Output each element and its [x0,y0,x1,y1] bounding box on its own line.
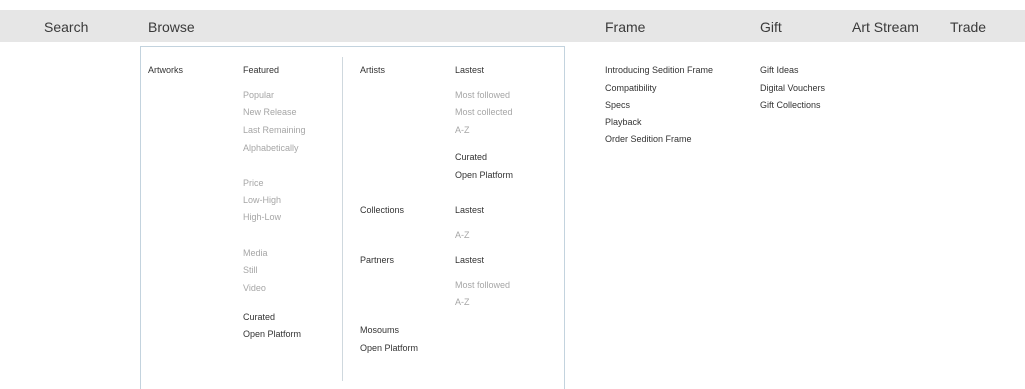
nav-browse[interactable]: Browse [148,19,195,35]
browse-column-divider [342,57,343,381]
menu-artworks-featured[interactable]: Featured [243,65,279,75]
menu-artworks[interactable]: Artworks [148,65,183,75]
menu-frame-order[interactable]: Order Sedition Frame [605,134,692,144]
menu-gift-collections[interactable]: Gift Collections [760,100,821,110]
menu-artists-most-collected[interactable]: Most collected [455,107,513,117]
menu-frame-playback[interactable]: Playback [605,117,642,127]
menu-artists[interactable]: Artists [360,65,385,75]
menu-frame-introducing[interactable]: Introducing Sedition Frame [605,65,713,75]
menu-artists-curated[interactable]: Curated [455,152,487,162]
menu-artists-most-followed[interactable]: Most followed [455,90,510,100]
menu-frame-compatibility[interactable]: Compatibility [605,83,657,93]
menu-museums[interactable]: Mosoums [360,325,399,335]
menu-collections-a-z[interactable]: A-Z [455,230,470,240]
nav-frame[interactable]: Frame [605,19,645,35]
menu-artworks-open-platform[interactable]: Open Platform [243,329,301,339]
menu-museums-open-platform[interactable]: Open Platform [360,343,418,353]
menu-artists-lastest[interactable]: Lastest [455,65,484,75]
menu-artworks-popular[interactable]: Popular [243,90,274,100]
menu-partners-lastest[interactable]: Lastest [455,255,484,265]
nav-search[interactable]: Search [44,19,88,35]
menu-artists-open-platform[interactable]: Open Platform [455,170,513,180]
menu-artworks-alphabetically[interactable]: Alphabetically [243,143,299,153]
menu-artists-a-z[interactable]: A-Z [455,125,470,135]
menu-collections[interactable]: Collections [360,205,404,215]
menu-artworks-last-remaining[interactable]: Last Remaining [243,125,306,135]
menu-artworks-curated[interactable]: Curated [243,312,275,322]
menu-gift-ideas[interactable]: Gift Ideas [760,65,799,75]
menu-artworks-new-release[interactable]: New Release [243,107,297,117]
menu-artworks-high-low[interactable]: High-Low [243,212,281,222]
menu-gift-digital-vouchers[interactable]: Digital Vouchers [760,83,825,93]
menu-artworks-media[interactable]: Media [243,248,268,258]
menu-partners-most-followed[interactable]: Most followed [455,280,510,290]
nav-gift[interactable]: Gift [760,19,782,35]
menu-partners[interactable]: Partners [360,255,394,265]
nav-trade[interactable]: Trade [950,19,986,35]
menu-partners-a-z[interactable]: A-Z [455,297,470,307]
nav-art-stream[interactable]: Art Stream [852,19,919,35]
menu-artworks-price[interactable]: Price [243,178,264,188]
menu-artworks-still[interactable]: Still [243,265,258,275]
menu-frame-specs[interactable]: Specs [605,100,630,110]
menu-artworks-low-high[interactable]: Low-High [243,195,281,205]
menu-artworks-video[interactable]: Video [243,283,266,293]
menu-collections-lastest[interactable]: Lastest [455,205,484,215]
